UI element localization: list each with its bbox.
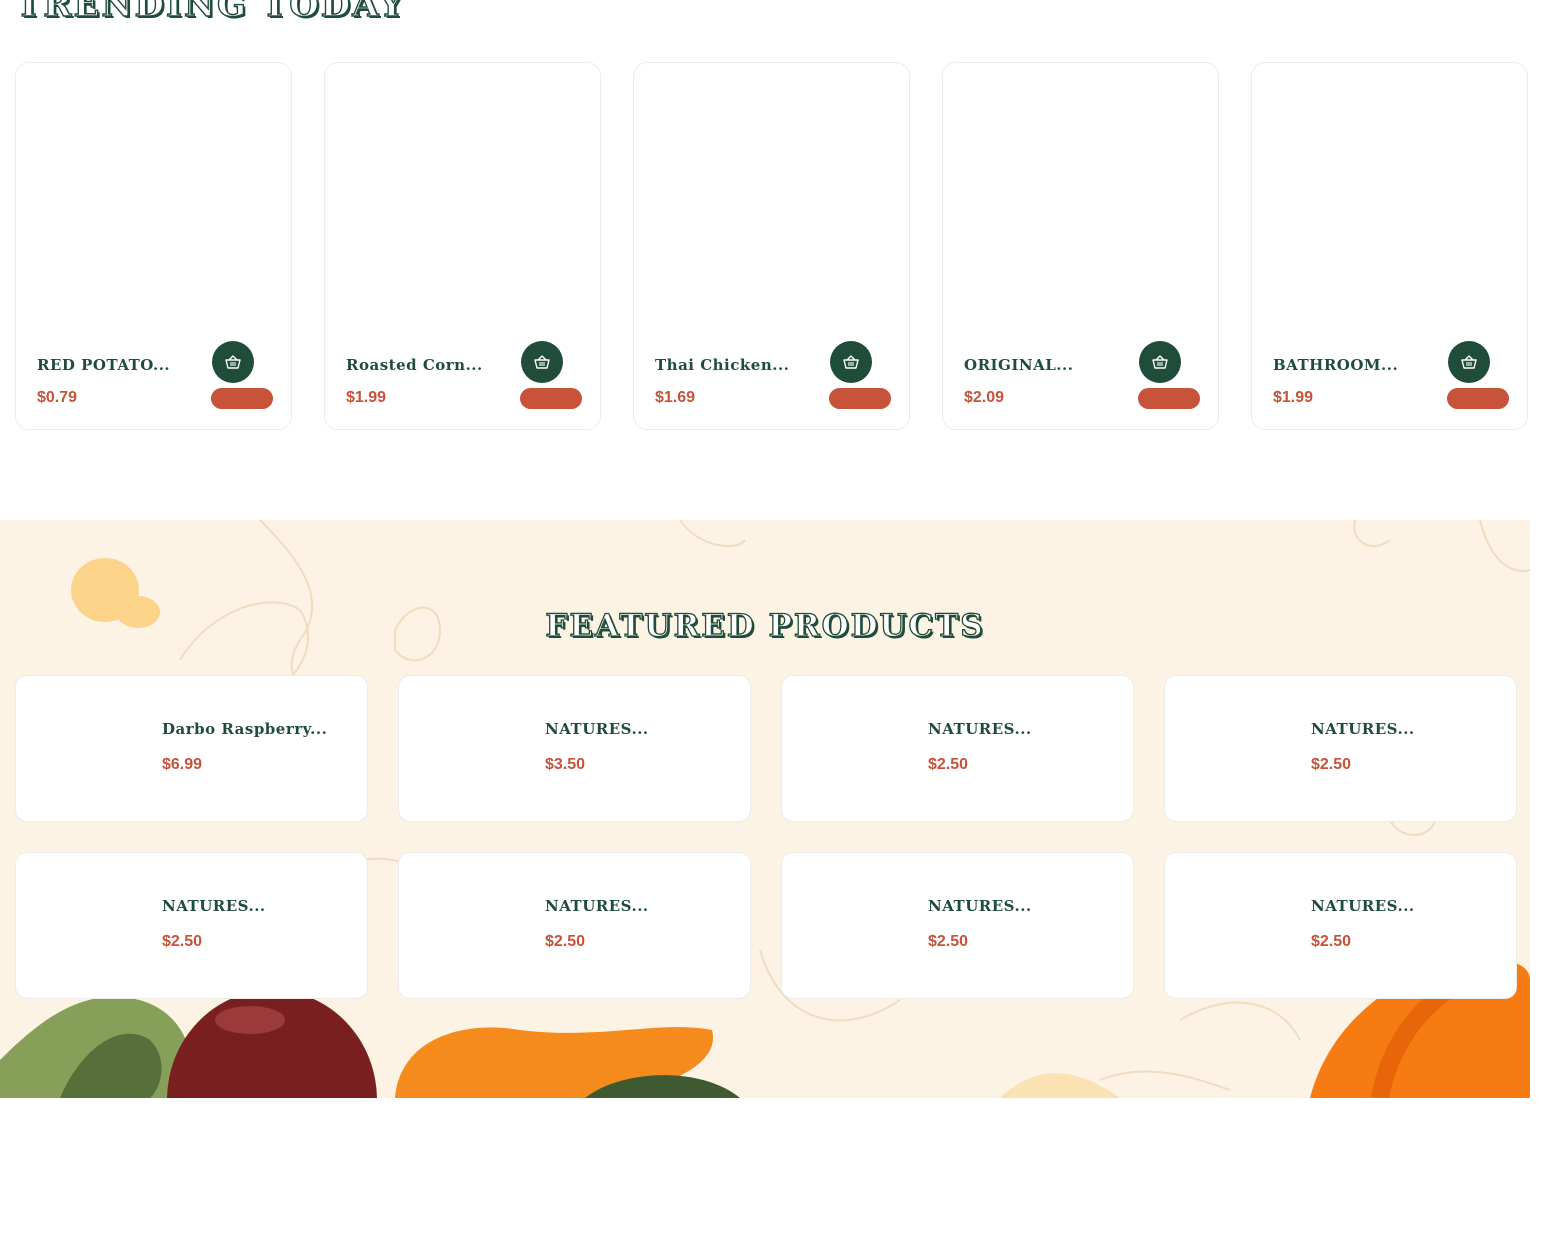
add-to-cart-button[interactable]: [1139, 341, 1181, 383]
add-to-cart-button[interactable]: [521, 341, 563, 383]
product-price: $1.99: [346, 389, 387, 406]
product-name[interactable]: NATURES...: [928, 897, 1123, 915]
product-price: $1.69: [655, 389, 696, 406]
basket-icon: [534, 355, 550, 369]
product-price: $2.50: [928, 933, 969, 950]
product-price: $2.09: [964, 389, 1005, 406]
product-name[interactable]: Roasted Corn...: [346, 356, 506, 374]
quantity-button[interactable]: [1447, 388, 1509, 409]
product-name[interactable]: NATURES...: [545, 720, 740, 738]
product-name[interactable]: RED POTATO...: [37, 356, 197, 374]
trending-product-card[interactable]: BATHROOM... $1.99: [1251, 62, 1528, 430]
featured-product-card[interactable]: NATURES... $3.50: [398, 675, 751, 822]
product-name[interactable]: NATURES...: [1311, 720, 1506, 738]
basket-icon: [843, 355, 859, 369]
featured-product-card[interactable]: NATURES... $2.50: [398, 852, 751, 999]
product-price: $2.50: [545, 933, 586, 950]
product-name[interactable]: Darbo Raspberry...: [162, 720, 357, 738]
basket-icon: [1152, 355, 1168, 369]
add-to-cart-button[interactable]: [1448, 341, 1490, 383]
trending-title: TRENDING TODAY: [15, 0, 406, 25]
featured-title: FEATURED PRODUCTS: [545, 607, 985, 644]
product-price: $2.50: [928, 756, 969, 773]
quantity-button[interactable]: [520, 388, 582, 409]
featured-product-card[interactable]: NATURES... $2.50: [1164, 852, 1517, 999]
featured-product-card[interactable]: NATURES... $2.50: [1164, 675, 1517, 822]
featured-products-section: FEATURED PRODUCTS Darbo Raspberry... $6.…: [0, 520, 1530, 1098]
add-to-cart-button[interactable]: [212, 341, 254, 383]
product-name[interactable]: NATURES...: [545, 897, 740, 915]
basket-icon: [1461, 355, 1477, 369]
product-price: $2.50: [162, 933, 203, 950]
trending-product-card[interactable]: RED POTATO... $0.79: [15, 62, 292, 430]
trending-product-card[interactable]: Roasted Corn... $1.99: [324, 62, 601, 430]
quantity-button[interactable]: [211, 388, 273, 409]
product-price: $6.99: [162, 756, 203, 773]
product-price: $2.50: [1311, 933, 1352, 950]
trending-product-card[interactable]: Thai Chicken... $1.69: [633, 62, 910, 430]
trending-product-card[interactable]: ORIGINAL... $2.09: [942, 62, 1219, 430]
featured-product-card[interactable]: NATURES... $2.50: [781, 852, 1134, 999]
featured-product-card[interactable]: NATURES... $2.50: [781, 675, 1134, 822]
product-name[interactable]: BATHROOM...: [1273, 356, 1433, 374]
product-price: $2.50: [1311, 756, 1352, 773]
product-price: $0.79: [37, 389, 78, 406]
product-price: $1.99: [1273, 389, 1314, 406]
quantity-button[interactable]: [829, 388, 891, 409]
product-name[interactable]: NATURES...: [928, 720, 1123, 738]
quantity-button[interactable]: [1138, 388, 1200, 409]
product-name[interactable]: NATURES...: [162, 897, 357, 915]
basket-icon: [225, 355, 241, 369]
add-to-cart-button[interactable]: [830, 341, 872, 383]
product-name[interactable]: ORIGINAL...: [964, 356, 1124, 374]
product-name[interactable]: NATURES...: [1311, 897, 1506, 915]
product-price: $3.50: [545, 756, 586, 773]
featured-product-card[interactable]: Darbo Raspberry... $6.99: [15, 675, 368, 822]
product-name[interactable]: Thai Chicken...: [655, 356, 815, 374]
featured-product-card[interactable]: NATURES... $2.50: [15, 852, 368, 999]
